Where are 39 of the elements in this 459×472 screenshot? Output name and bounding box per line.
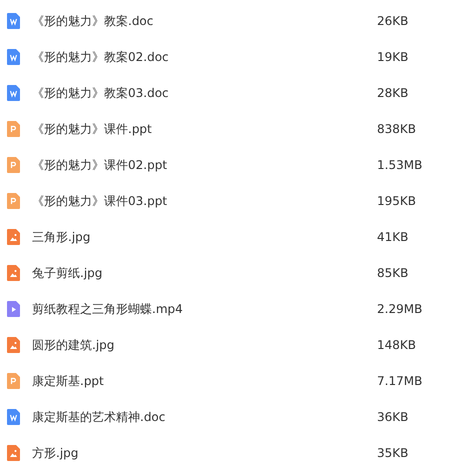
file-size: 28KB [377, 86, 408, 100]
file-name[interactable]: 三角形.jpg [32, 228, 377, 246]
file-name[interactable]: 圆形的建筑.jpg [32, 336, 377, 354]
file-size: 85KB [377, 266, 408, 280]
file-name[interactable]: 剪纸教程之三角形蝴蝶.mp4 [32, 300, 377, 318]
file-size: 1.53MB [377, 158, 422, 172]
file-name[interactable]: 方形.jpg [32, 444, 377, 462]
file-name[interactable]: 《形的魅力》教案02.doc [32, 48, 377, 66]
image-icon [7, 265, 20, 281]
file-name[interactable]: 《形的魅力》课件02.ppt [32, 156, 377, 174]
file-size: 26KB [377, 14, 408, 28]
document-icon [7, 409, 20, 425]
file-name[interactable]: 康定斯基.ppt [32, 372, 377, 390]
file-name[interactable]: 兔子剪纸.jpg [32, 264, 377, 282]
file-size: 148KB [377, 338, 416, 352]
file-name[interactable]: 《形的魅力》教案03.doc [32, 84, 377, 102]
document-icon [7, 49, 20, 65]
file-name[interactable]: 《形的魅力》课件.ppt [32, 120, 377, 138]
file-size: 36KB [377, 410, 408, 424]
file-size: 41KB [377, 230, 408, 244]
file-size: 35KB [377, 446, 408, 460]
file-size: 838KB [377, 122, 416, 136]
presentation-icon [7, 193, 20, 209]
file-name[interactable]: 《形的魅力》教案.doc [32, 12, 377, 30]
image-icon [7, 229, 20, 245]
file-size: 7.17MB [377, 374, 422, 388]
file-name[interactable]: 《形的魅力》课件03.ppt [32, 192, 377, 210]
file-name[interactable]: 康定斯基的艺术精神.doc [32, 408, 377, 426]
image-icon [7, 445, 20, 461]
presentation-icon [7, 121, 20, 137]
presentation-icon [7, 157, 20, 173]
document-icon [7, 13, 20, 29]
image-icon [7, 337, 20, 353]
file-size: 2.29MB [377, 302, 422, 316]
document-icon [7, 85, 20, 101]
file-size: 19KB [377, 50, 408, 64]
file-size: 195KB [377, 194, 416, 208]
video-icon [7, 301, 20, 317]
presentation-icon [7, 373, 20, 389]
